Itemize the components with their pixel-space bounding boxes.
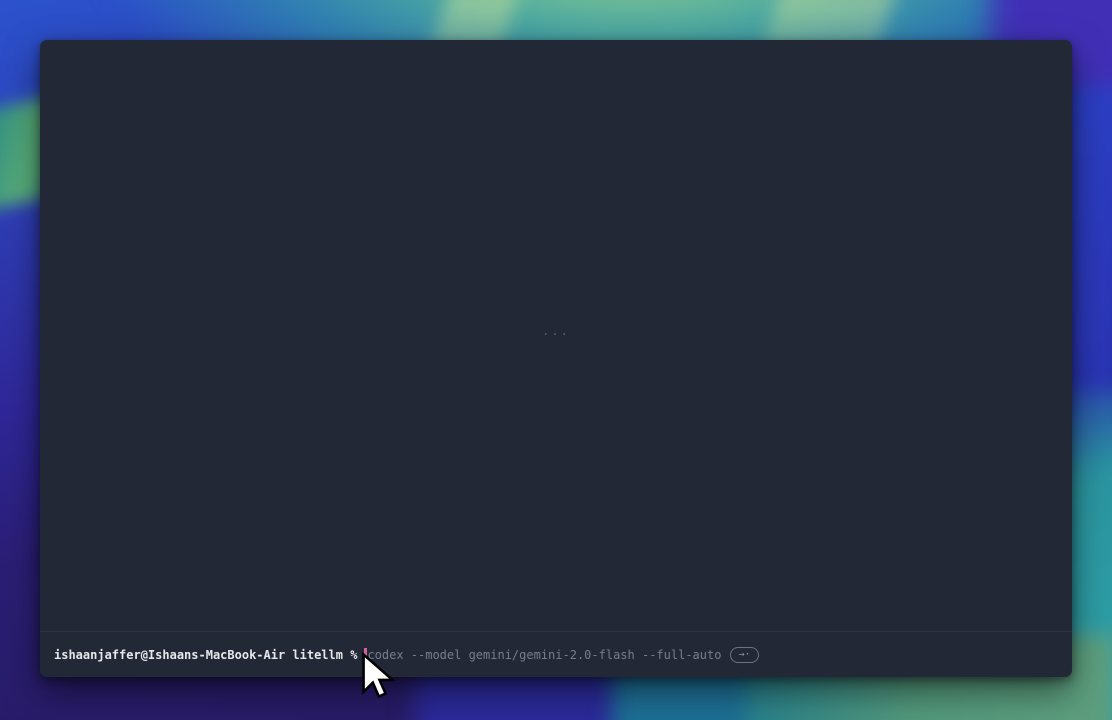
loading-ellipsis: ... [542, 324, 570, 338]
mouse-pointer-icon [361, 652, 397, 706]
command-suggestion[interactable]: codex --model gemini/gemini-2.0-flash --… [367, 647, 721, 663]
terminal-window[interactable]: ... ishaanjaffer@Ishaans-MacBook-Air lit… [40, 40, 1072, 677]
accept-hint-badge: →· [730, 647, 758, 663]
shell-prompt: ishaanjaffer@Ishaans-MacBook-Air litellm… [54, 647, 357, 663]
terminal-output-area: ... [40, 40, 1072, 631]
terminal-prompt-line[interactable]: ishaanjaffer@Ishaans-MacBook-Air litellm… [40, 631, 1072, 677]
desktop-wallpaper: ... ishaanjaffer@Ishaans-MacBook-Air lit… [0, 0, 1112, 720]
